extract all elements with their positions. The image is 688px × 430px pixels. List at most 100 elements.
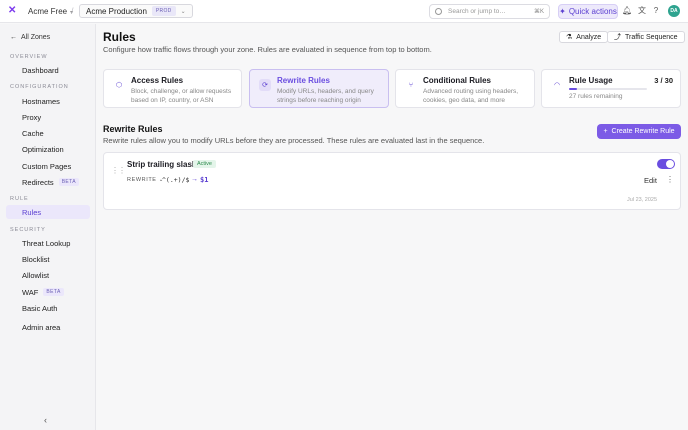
sidebar: ← All Zones OVERVIEW Dashboard CONFIGURAT… bbox=[0, 24, 96, 430]
back-label: All Zones bbox=[21, 34, 51, 41]
card-conditional-rules[interactable]: ⑂ Conditional Rules Advanced routing usi… bbox=[395, 69, 535, 108]
more-options-icon[interactable]: ⋮ bbox=[666, 175, 674, 184]
plus-icon: + bbox=[603, 128, 608, 135]
card-title: Access Rules bbox=[131, 76, 184, 85]
sidebar-item-label: Blocklist bbox=[22, 254, 50, 264]
rule-pattern: ^(.+)/$ bbox=[162, 176, 190, 184]
sidebar-item-waf[interactable]: WAF BETA bbox=[6, 285, 90, 299]
top-bar: ✕ Acme Free ▾ / Acme Production PROD ⌄ Se… bbox=[0, 0, 688, 23]
sidebar-item-label: Allowlist bbox=[22, 270, 50, 280]
rewrite-icon: ⟳ bbox=[259, 79, 271, 91]
sidebar-item-custom-pages[interactable]: Custom Pages bbox=[6, 159, 90, 173]
zone-switcher[interactable]: Acme Production PROD ⌄ bbox=[79, 4, 193, 18]
sidebar-item-label: Proxy bbox=[22, 112, 42, 122]
analyze-label: Analyze bbox=[576, 33, 602, 41]
sidebar-item-label: Basic Auth bbox=[22, 303, 58, 313]
status-badge: Active bbox=[193, 160, 216, 168]
sidebar-item-label: Dashboard bbox=[22, 65, 59, 75]
branch-icon: ⑂ bbox=[408, 81, 414, 89]
beta-badge: BETA bbox=[58, 178, 79, 186]
sidebar-item-hostnames[interactable]: Hostnames bbox=[6, 94, 90, 108]
card-rewrite-rules[interactable]: ⟳ Rewrite Rules Modify URLs, headers, an… bbox=[249, 69, 389, 108]
drag-handle-icon[interactable]: ⋮⋮ bbox=[111, 166, 126, 175]
flask-icon: ⚗ bbox=[566, 34, 573, 41]
page-subtitle: Configure how traffic flows through your… bbox=[103, 45, 432, 54]
card-desc: Modify URLs, headers, and query strings … bbox=[277, 88, 374, 104]
rule-type-tag: REWRITE ⌄ bbox=[127, 177, 164, 183]
rule-row: ⋮⋮ Strip trailing slash Active REWRITE ⌄… bbox=[103, 152, 681, 210]
sidebar-item-admin-area[interactable]: Admin area bbox=[6, 320, 90, 334]
edit-button[interactable]: Edit bbox=[644, 176, 657, 185]
sidebar-item-label: Cache bbox=[22, 128, 44, 138]
quick-actions-button[interactable]: ✦ Quick actions bbox=[558, 4, 618, 19]
traffic-sequence-label: Traffic Sequence bbox=[625, 33, 678, 41]
create-rewrite-rule-button[interactable]: + Create Rewrite Rule bbox=[597, 124, 681, 139]
search-input[interactable]: Search or jump to… ⌘K bbox=[429, 4, 550, 19]
sidebar-item-label: Redirects bbox=[22, 177, 54, 187]
sidebar-item-basic-auth[interactable]: Basic Auth bbox=[6, 301, 90, 315]
create-label: Create Rewrite Rule bbox=[611, 128, 675, 135]
analyze-button[interactable]: ⚗ Analyze bbox=[559, 31, 609, 43]
card-title: Conditional Rules bbox=[423, 76, 491, 85]
search-shortcut: ⌘K bbox=[533, 9, 544, 15]
sidebar-item-threat-lookup[interactable]: Threat Lookup bbox=[6, 236, 90, 250]
collapse-sidebar-icon[interactable]: ‹ bbox=[44, 415, 47, 425]
arrow-right-icon: → bbox=[191, 176, 198, 183]
app-logo-icon[interactable]: ✕ bbox=[8, 6, 18, 16]
search-icon bbox=[435, 8, 442, 15]
page-title: Rules bbox=[103, 30, 136, 44]
route-icon: ⤴ bbox=[614, 34, 621, 41]
usage-remaining: 27 rules remaining bbox=[569, 93, 623, 100]
sidebar-item-label: Rules bbox=[22, 207, 42, 217]
sparkle-icon: ✦ bbox=[559, 7, 566, 16]
avatar[interactable]: DA bbox=[668, 5, 680, 17]
usage-title: Rule Usage bbox=[569, 76, 613, 85]
rule-replacement: $1 bbox=[200, 176, 209, 184]
sidebar-item-rules[interactable]: Rules bbox=[6, 205, 90, 219]
sidebar-item-label: Admin area bbox=[22, 322, 61, 332]
sidebar-item-cache[interactable]: Cache bbox=[6, 126, 90, 140]
sidebar-section-label: SECURITY bbox=[10, 227, 46, 233]
rule-enabled-toggle[interactable] bbox=[657, 159, 675, 169]
help-icon[interactable]: ? bbox=[651, 6, 661, 16]
quick-actions-label: Quick actions bbox=[568, 7, 617, 16]
sidebar-item-label: Threat Lookup bbox=[22, 238, 71, 248]
sidebar-item-redirects[interactable]: Redirects BETA bbox=[6, 175, 90, 189]
usage-progress-bar bbox=[569, 88, 647, 90]
rule-name: Strip trailing slash bbox=[127, 160, 197, 169]
sidebar-item-blocklist[interactable]: Blocklist bbox=[6, 252, 90, 266]
sidebar-item-allowlist[interactable]: Allowlist bbox=[6, 268, 90, 282]
section-title: Rewrite Rules bbox=[103, 124, 163, 134]
sidebar-item-label: Optimization bbox=[22, 144, 64, 154]
translate-icon[interactable]: 文 bbox=[637, 6, 647, 16]
rule-type-label: REWRITE bbox=[127, 177, 157, 183]
sidebar-item-optimization[interactable]: Optimization bbox=[6, 142, 90, 156]
card-desc: Advanced routing using headers, cookies,… bbox=[423, 88, 519, 104]
sidebar-item-label: Custom Pages bbox=[22, 161, 72, 171]
gauge-icon: ◠ bbox=[553, 82, 561, 89]
shield-icon: ⬡ bbox=[115, 82, 123, 89]
sidebar-item-label: Hostnames bbox=[22, 96, 60, 106]
usage-count: 3 / 30 bbox=[654, 76, 673, 85]
card-access-rules[interactable]: ⬡ Access Rules Block, challenge, or allo… bbox=[103, 69, 242, 108]
card-desc: Block, challenge, or allow requests base… bbox=[131, 88, 232, 104]
beta-badge: BETA bbox=[43, 288, 64, 296]
traffic-sequence-button[interactable]: ⤴ Traffic Sequence bbox=[607, 31, 685, 43]
org-name: Acme Free bbox=[28, 7, 68, 16]
card-rule-usage: ◠ Rule Usage 3 / 30 27 rules remaining bbox=[541, 69, 681, 108]
sidebar-item-proxy[interactable]: Proxy bbox=[6, 110, 90, 124]
breadcrumb-separator: / bbox=[71, 6, 74, 16]
sidebar-section-label: RULE bbox=[10, 196, 29, 202]
zone-env-badge: PROD bbox=[151, 6, 176, 16]
sidebar-item-dashboard[interactable]: Dashboard bbox=[6, 63, 90, 77]
sidebar-item-label: WAF bbox=[22, 287, 39, 297]
org-switcher[interactable]: Acme Free ▾ bbox=[28, 7, 73, 16]
card-title: Rewrite Rules bbox=[277, 76, 330, 85]
arrow-left-icon: ← bbox=[10, 34, 17, 41]
rule-date: Jul 23, 2025 bbox=[627, 197, 657, 203]
usage-progress-fill bbox=[569, 88, 577, 90]
search-placeholder: Search or jump to… bbox=[448, 8, 506, 15]
bell-icon[interactable]: 🔔︎ bbox=[622, 6, 632, 16]
back-to-all-zones[interactable]: ← All Zones bbox=[10, 34, 50, 41]
sidebar-section-label: CONFIGURATION bbox=[10, 84, 69, 90]
